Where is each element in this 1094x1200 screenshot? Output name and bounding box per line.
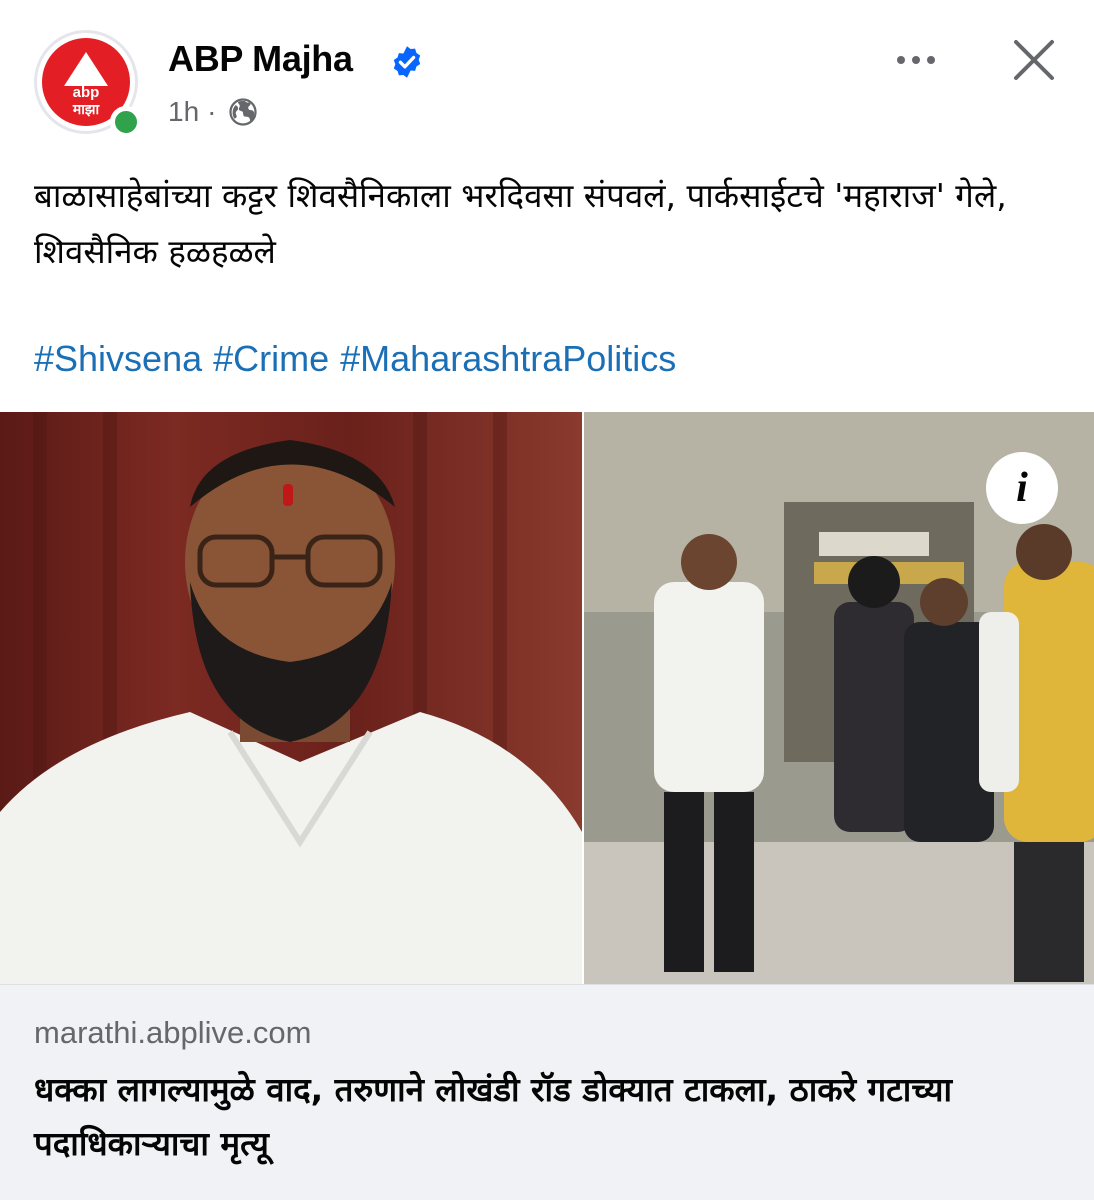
more-options-icon[interactable]	[884, 40, 948, 80]
more-dot	[912, 56, 920, 64]
link-preview-card[interactable]: marathi.abplive.com धक्का लागल्यामुळे वा…	[0, 984, 1094, 1200]
hashtag-crime[interactable]: #Crime	[213, 338, 329, 380]
logo-text-abp: abp	[72, 84, 100, 101]
globe-icon[interactable]	[228, 97, 258, 127]
page-name[interactable]: ABP Majha	[168, 38, 353, 80]
portrait-photo	[0, 412, 582, 984]
logo-triangle-icon	[64, 52, 108, 86]
post-time[interactable]: 1h	[168, 96, 199, 128]
meta-separator: ·	[207, 96, 217, 127]
portrait-illustration	[0, 412, 582, 984]
online-status-icon	[110, 106, 142, 138]
more-dot	[897, 56, 905, 64]
info-icon[interactable]: i	[986, 452, 1058, 524]
post-text: बाळासाहेबांच्या कट्टर शिवसैनिकाला भरदिवस…	[34, 176, 1007, 271]
post-header: abp माझा ABP Majha 1h ·	[0, 0, 1094, 150]
close-icon[interactable]	[1006, 32, 1062, 88]
link-headline[interactable]: धक्का लागल्यामुळे वाद, तरुणाने लोखंडी रॉ…	[34, 1063, 1064, 1171]
hashtag-list: #Shivsena #Crime #MaharashtraPolitics	[34, 338, 676, 380]
link-domain: marathi.abplive.com	[34, 1015, 312, 1050]
hashtag-shivsena[interactable]: #Shivsena	[34, 338, 202, 380]
post-meta: 1h ·	[168, 96, 258, 128]
verified-badge-icon	[393, 46, 421, 78]
link-preview-image[interactable]	[0, 412, 1094, 984]
hashtag-maharashtra-politics[interactable]: #MaharashtraPolitics	[340, 338, 676, 380]
more-dot	[927, 56, 935, 64]
